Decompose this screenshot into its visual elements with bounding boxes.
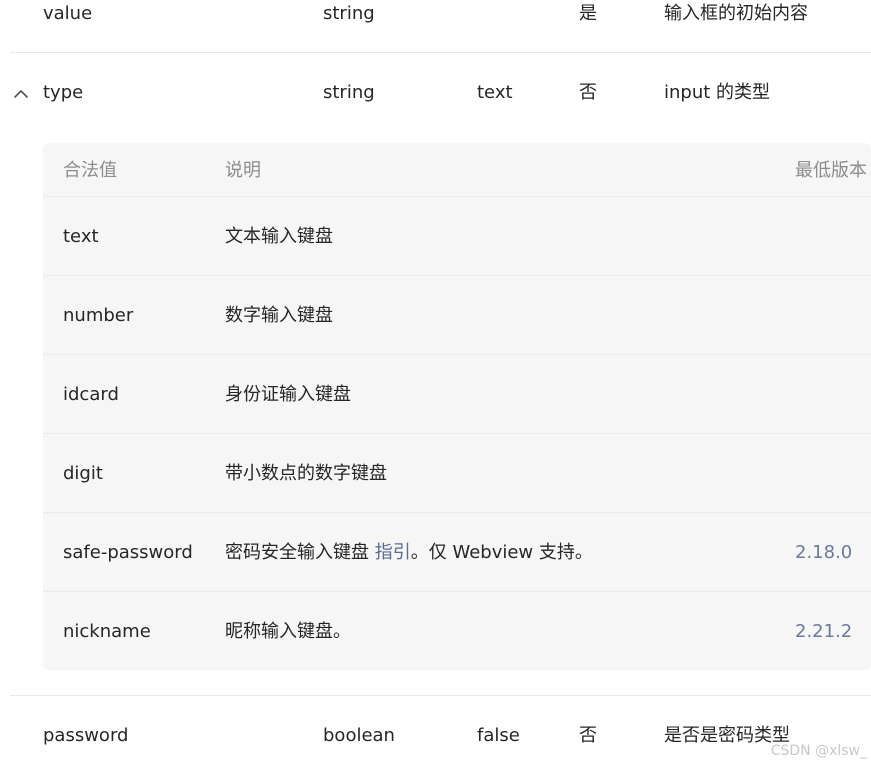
value-description: 身份证输入键盘 xyxy=(225,384,351,405)
header-description: 说明 xyxy=(225,160,261,181)
prop-name: password xyxy=(43,725,129,746)
prop-description: input 的类型 xyxy=(664,82,771,103)
table-divider xyxy=(43,433,871,434)
prop-description: 输入框的初始内容 xyxy=(664,3,808,24)
valid-values-table: 合法值 说明 最低版本 text 文本输入键盘 number 数字输入键盘 id… xyxy=(43,143,871,670)
valid-value: nickname xyxy=(63,621,151,642)
watermark: CSDN @xlsw_ xyxy=(770,743,867,759)
table-divider xyxy=(43,275,871,276)
prop-required: 否 xyxy=(579,725,597,746)
value-description: 带小数点的数字键盘 xyxy=(225,463,387,484)
prop-required: 否 xyxy=(579,82,597,103)
valid-value: idcard xyxy=(63,384,119,405)
table-divider xyxy=(43,512,871,513)
valid-value: safe-password xyxy=(63,542,193,563)
description-text: 。仅 Webview 支持。 xyxy=(410,542,593,563)
valid-value: digit xyxy=(63,463,103,484)
prop-type: boolean xyxy=(323,725,395,746)
prop-required: 是 xyxy=(579,3,597,24)
prop-type: string xyxy=(323,3,375,24)
prop-default: text xyxy=(477,82,513,103)
row-divider xyxy=(10,52,871,53)
value-description: 密码安全输入键盘 指引。仅 Webview 支持。 xyxy=(225,541,593,565)
value-description: 昵称输入键盘。 xyxy=(225,621,351,642)
header-valid-value: 合法值 xyxy=(63,160,117,181)
table-divider xyxy=(43,591,871,592)
row-divider xyxy=(10,695,871,696)
value-description: 数字输入键盘 xyxy=(225,305,333,326)
prop-name: value xyxy=(43,3,93,24)
prop-type: string xyxy=(323,82,375,103)
chevron-up-icon[interactable] xyxy=(13,86,29,102)
guide-link[interactable]: 指引 xyxy=(375,542,411,563)
table-divider xyxy=(43,196,871,197)
table-divider xyxy=(43,354,871,355)
prop-default: false xyxy=(477,725,520,746)
prop-name: type xyxy=(43,82,84,103)
header-min-version: 最低版本 xyxy=(795,160,867,181)
value-description: 文本输入键盘 xyxy=(225,226,333,247)
min-version: 2.18.0 xyxy=(795,542,853,563)
description-text: 密码安全输入键盘 xyxy=(225,542,375,563)
min-version: 2.21.2 xyxy=(795,621,853,642)
valid-value: text xyxy=(63,226,99,247)
valid-value: number xyxy=(63,305,134,326)
